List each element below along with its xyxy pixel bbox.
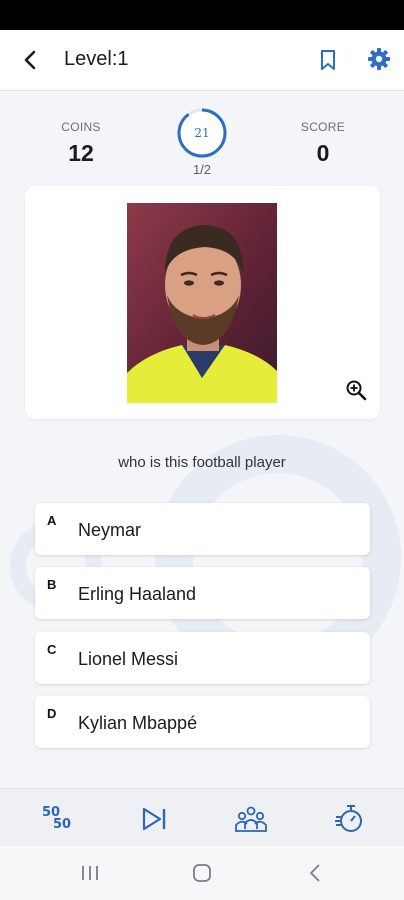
score-value: 0: [316, 140, 330, 166]
coins-stat: COINS 12: [36, 120, 126, 167]
answer-text: Neymar: [78, 520, 142, 540]
system-nav-bar: [0, 846, 404, 900]
score-label: SCORE: [300, 120, 346, 134]
stopwatch-icon: [335, 805, 362, 832]
timer-value: 21: [194, 126, 210, 140]
skip-button[interactable]: [138, 803, 170, 835]
recents-button[interactable]: [78, 862, 102, 884]
score-stat: SCORE 0: [278, 120, 368, 167]
answer-option-a[interactable]: A Neymar: [35, 503, 370, 555]
answer-letter: D: [47, 706, 57, 721]
gear-icon: [368, 48, 390, 70]
bookmark-icon: [321, 50, 335, 70]
page-title: Level:1: [64, 48, 129, 70]
status-bar: [0, 0, 404, 30]
bookmark-button[interactable]: [316, 47, 340, 73]
answer-option-b[interactable]: B Erling Haaland: [35, 567, 370, 619]
back-arrow-icon: [24, 50, 36, 70]
player-photo[interactable]: [127, 203, 277, 403]
answer-text: Kylian Mbappé: [78, 713, 198, 733]
answer-text: Lionel Messi: [78, 649, 179, 669]
answer-letter: C: [47, 642, 57, 657]
system-back-button[interactable]: [304, 862, 328, 884]
home-button[interactable]: [190, 862, 214, 884]
question-image-card: [25, 186, 380, 419]
app-bar: Level:1: [0, 30, 404, 91]
question-text: who is this football player: [118, 454, 286, 471]
recents-icon: [82, 866, 98, 880]
coins-label: COINS: [61, 120, 101, 134]
lifeline-toolbar: 50 50: [0, 788, 404, 847]
zoom-button[interactable]: [345, 379, 367, 401]
audience-button[interactable]: [234, 803, 268, 835]
question-progress: 1/2: [192, 162, 212, 177]
audience-icon: [235, 806, 267, 832]
home-icon: [193, 864, 211, 882]
fifty-fifty-bottom: 50: [53, 817, 72, 832]
fifty-fifty-button[interactable]: 50 50: [42, 805, 72, 833]
back-button[interactable]: [18, 47, 44, 73]
settings-button[interactable]: [366, 46, 392, 72]
answer-letter: B: [47, 577, 57, 592]
stats-row: COINS 12 21 1/2 SCORE 0: [0, 100, 404, 186]
coins-value: 12: [68, 140, 94, 166]
answer-option-d[interactable]: D Kylian Mbappé: [35, 696, 370, 748]
answer-text: Erling Haaland: [78, 584, 197, 604]
answer-letter: A: [47, 513, 57, 528]
extra-time-button[interactable]: [334, 803, 366, 835]
skip-next-icon: [142, 807, 166, 831]
zoom-in-icon: [346, 380, 367, 401]
answer-option-c[interactable]: C Lionel Messi: [35, 632, 370, 684]
system-back-icon: [310, 864, 320, 882]
